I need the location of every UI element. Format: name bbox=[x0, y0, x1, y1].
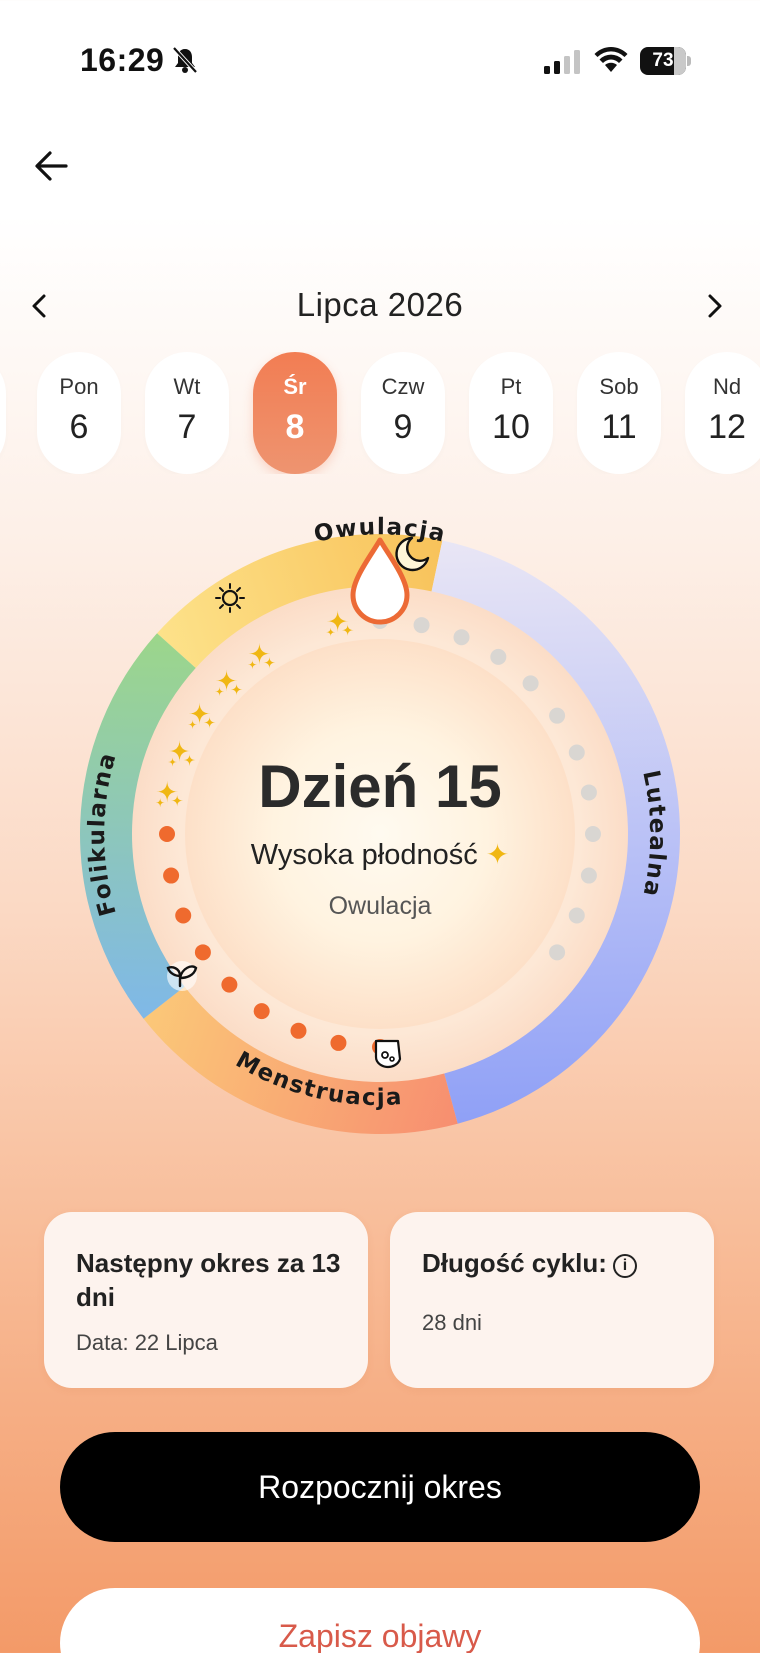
info-icon[interactable]: i bbox=[612, 1254, 637, 1278]
wifi-icon bbox=[594, 47, 628, 72]
cellular-signal-icon bbox=[544, 50, 580, 74]
day-name: Wt bbox=[173, 374, 201, 399]
chevron-right-icon[interactable] bbox=[696, 288, 732, 324]
day-pill-fri[interactable]: Pt 10 bbox=[469, 352, 553, 474]
status-time: 16:29 bbox=[80, 42, 165, 78]
day-name: Nd bbox=[712, 374, 742, 399]
day-number: 11 bbox=[601, 408, 637, 446]
day-name: Sob bbox=[599, 374, 639, 399]
day-pill-thu[interactable]: Czw 9 bbox=[361, 352, 445, 474]
next-period-card[interactable]: Następny okres za 13 dni Data: 22 Lipca bbox=[44, 1212, 368, 1388]
week-strip: Pon 6 Wt 7 Śr 8 Czw 9 Pt 10 Sob 11 Nd 12 bbox=[0, 352, 760, 474]
sparkles-icon: ✦ bbox=[485, 839, 510, 870]
month-header: Lipca 2026 bbox=[0, 280, 760, 330]
battery-icon: 73 bbox=[640, 47, 692, 75]
start-period-button[interactable]: Rozpocznij okres bbox=[60, 1432, 700, 1542]
cycle-wheel: Owulacja Lutealna Menstruacja Folikularn… bbox=[62, 514, 698, 1152]
day-pill-sun[interactable]: Nd 12 bbox=[685, 352, 760, 474]
day-number: 9 bbox=[393, 408, 413, 446]
back-button[interactable] bbox=[30, 144, 74, 188]
day-number: 10 bbox=[492, 408, 530, 446]
day-name: Pon bbox=[59, 374, 99, 399]
wheel-center: Dzień 15 Wysoka płodność ✦ Owulacja bbox=[62, 516, 698, 1152]
day-number: 12 bbox=[708, 408, 746, 446]
day-pill-partial[interactable] bbox=[0, 352, 6, 474]
bell-slash-icon bbox=[172, 46, 198, 74]
day-name: Pt bbox=[500, 374, 522, 399]
cycle-length-card[interactable]: Długość cyklu: i 28 dni bbox=[390, 1212, 714, 1388]
log-symptoms-button[interactable]: Zapisz objawy bbox=[60, 1588, 700, 1653]
cycle-length-value: 28 dni bbox=[422, 1310, 482, 1335]
day-pill-sat[interactable]: Sob 11 bbox=[577, 352, 661, 474]
fertility-label: Wysoka płodność ✦ bbox=[62, 838, 698, 872]
month-title: Lipca 2026 bbox=[296, 286, 464, 323]
cycle-length-title-row: Długość cyklu: i bbox=[422, 1246, 692, 1280]
status-bar: 16:29 73 bbox=[0, 0, 760, 120]
battery-level: 73 bbox=[652, 50, 674, 71]
day-pill-mon[interactable]: Pon 6 bbox=[37, 352, 121, 474]
next-period-date: Data: 22 Lipca bbox=[76, 1330, 218, 1355]
day-name: Czw bbox=[381, 374, 425, 399]
next-period-title: Następny okres za 13 dni bbox=[76, 1248, 341, 1312]
current-phase-label: Owulacja bbox=[328, 892, 432, 920]
day-pill-tue[interactable]: Wt 7 bbox=[145, 352, 229, 474]
cycle-length-title: Długość cyklu: bbox=[422, 1248, 607, 1278]
day-pill-wed-selected[interactable]: Śr 8 bbox=[253, 352, 337, 474]
day-number: 8 bbox=[285, 408, 305, 446]
fertility-text: Wysoka płodność bbox=[250, 839, 478, 871]
day-number: 7 bbox=[177, 408, 197, 446]
day-name: Śr bbox=[283, 374, 307, 399]
cycle-day-label: Dzień 15 bbox=[258, 753, 502, 820]
day-number: 6 bbox=[69, 408, 89, 446]
